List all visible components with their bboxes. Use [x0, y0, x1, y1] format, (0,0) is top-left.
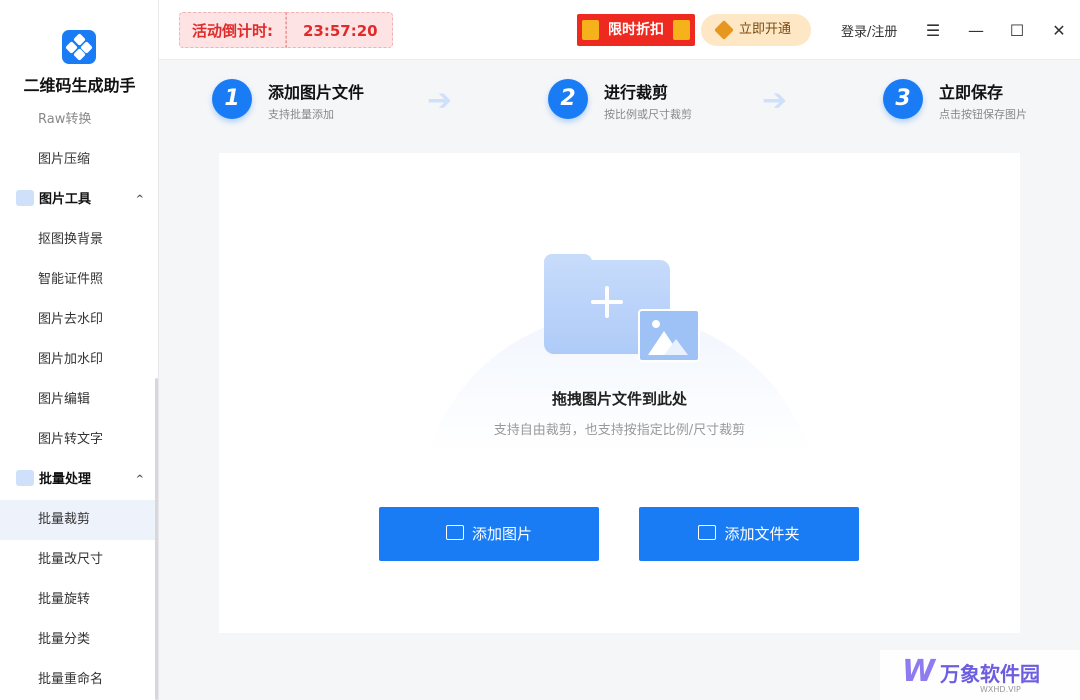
watermark-url: WXHD.VIP: [980, 685, 1021, 694]
group-label: 批量处理: [39, 472, 92, 487]
app-logo-area: 二维码生成助手: [0, 0, 158, 112]
sidebar-group-image-tools[interactable]: 图片工具 ^: [0, 180, 158, 220]
step-number: 2: [548, 79, 588, 119]
sidebar-item-add-watermark[interactable]: 图片加水印: [0, 340, 158, 380]
sidebar-item-compress[interactable]: 图片压缩: [0, 140, 158, 180]
qr-logo-icon: [62, 30, 96, 64]
image-icon: [445, 525, 464, 540]
sidebar-item-edit[interactable]: 图片编辑: [0, 380, 158, 420]
chevron-up-icon: ^: [135, 474, 144, 485]
login-register-link[interactable]: 登录/注册: [841, 21, 897, 40]
top-bar: 活动倒计时: 23:57:20 限时折扣 立即开通 登录/注册 ☰ — ☐ ✕: [159, 0, 1080, 60]
sidebar-item-batch-resize[interactable]: 批量改尺寸: [0, 540, 158, 580]
sidebar-scrollbar[interactable]: [155, 378, 158, 700]
arrow-right-icon: ➔: [762, 83, 788, 118]
countdown-label: 活动倒计时:: [179, 12, 286, 48]
site-watermark: W 万象软件园 WXHD.VIP: [880, 650, 1080, 700]
sidebar-item-batch-classify[interactable]: 批量分类: [0, 620, 158, 660]
drop-zone[interactable]: 拖拽图片文件到此处 支持自由裁剪，也支持按指定比例/尺寸裁剪 添加图片 添加文件…: [219, 153, 1020, 633]
close-icon[interactable]: ✕: [1046, 15, 1072, 45]
image-icon: [638, 309, 700, 362]
step-subtitle: 点击按钮保存图片: [939, 108, 1027, 121]
add-image-label: 添加图片: [471, 525, 532, 543]
countdown-banner[interactable]: 活动倒计时: 23:57:20: [179, 12, 393, 48]
red-envelope-icon: [582, 20, 599, 40]
folder-plus-icon: [698, 525, 717, 540]
batch-icon: [16, 469, 34, 486]
sidebar-item-id-photo[interactable]: 智能证件照: [0, 260, 158, 300]
sidebar-item-ocr[interactable]: 图片转文字: [0, 420, 158, 460]
sidebar-nav: Raw转换 图片压缩 图片工具 ^ 抠图换背景 智能证件照 图片去水印 图片加水…: [0, 100, 158, 700]
vip-label: 立即开通: [739, 22, 792, 37]
group-label: 图片工具: [39, 192, 92, 207]
watermark-name: 万象软件园: [940, 662, 1040, 686]
app-title: 二维码生成助手: [23, 76, 136, 95]
image-tools-icon: [16, 189, 34, 206]
step-subtitle: 支持批量添加: [268, 108, 334, 121]
sidebar-group-batch[interactable]: 批量处理 ^: [0, 460, 158, 500]
step-number: 1: [212, 79, 252, 119]
add-folder-button[interactable]: 添加文件夹: [639, 507, 859, 561]
step-number: 3: [883, 79, 923, 119]
maximize-icon[interactable]: ☐: [1004, 15, 1030, 45]
red-envelope-icon: [673, 20, 690, 40]
watermark-logo: W: [902, 654, 936, 689]
sidebar: Raw转换 图片压缩 图片工具 ^ 抠图换背景 智能证件照 图片去水印 图片加水…: [0, 0, 159, 700]
arrow-right-icon: ➔: [427, 83, 453, 118]
step-title: 添加图片文件: [268, 83, 365, 102]
drop-zone-title: 拖拽图片文件到此处: [551, 390, 687, 408]
discount-label: 限时折扣: [608, 22, 664, 38]
sidebar-item-remove-watermark[interactable]: 图片去水印: [0, 300, 158, 340]
menu-icon[interactable]: ☰: [920, 15, 946, 45]
sidebar-item-batch-crop[interactable]: 批量裁剪: [0, 500, 158, 540]
drop-zone-subtitle: 支持自由裁剪，也支持按指定比例/尺寸裁剪: [493, 423, 746, 438]
vip-open-button[interactable]: 立即开通: [701, 14, 811, 46]
step-subtitle: 按比例或尺寸裁剪: [604, 108, 692, 121]
sidebar-item-cutout[interactable]: 抠图换背景: [0, 220, 158, 260]
add-image-button[interactable]: 添加图片: [379, 507, 599, 561]
step-title: 立即保存: [939, 83, 1004, 102]
process-steps: 1 添加图片文件 支持批量添加 ➔ 2 进行裁剪 按比例或尺寸裁剪 ➔ 3 立即…: [159, 61, 1080, 141]
sidebar-item-batch-rotate[interactable]: 批量旋转: [0, 580, 158, 620]
diamond-icon: [714, 20, 734, 40]
sidebar-item-batch-rename[interactable]: 批量重命名: [0, 660, 158, 700]
countdown-time: 23:57:20: [286, 12, 393, 48]
minimize-icon[interactable]: —: [963, 15, 989, 45]
discount-button[interactable]: 限时折扣: [577, 14, 695, 46]
chevron-up-icon: ^: [135, 194, 144, 205]
add-folder-label: 添加文件夹: [724, 525, 800, 543]
step-title: 进行裁剪: [604, 83, 669, 102]
